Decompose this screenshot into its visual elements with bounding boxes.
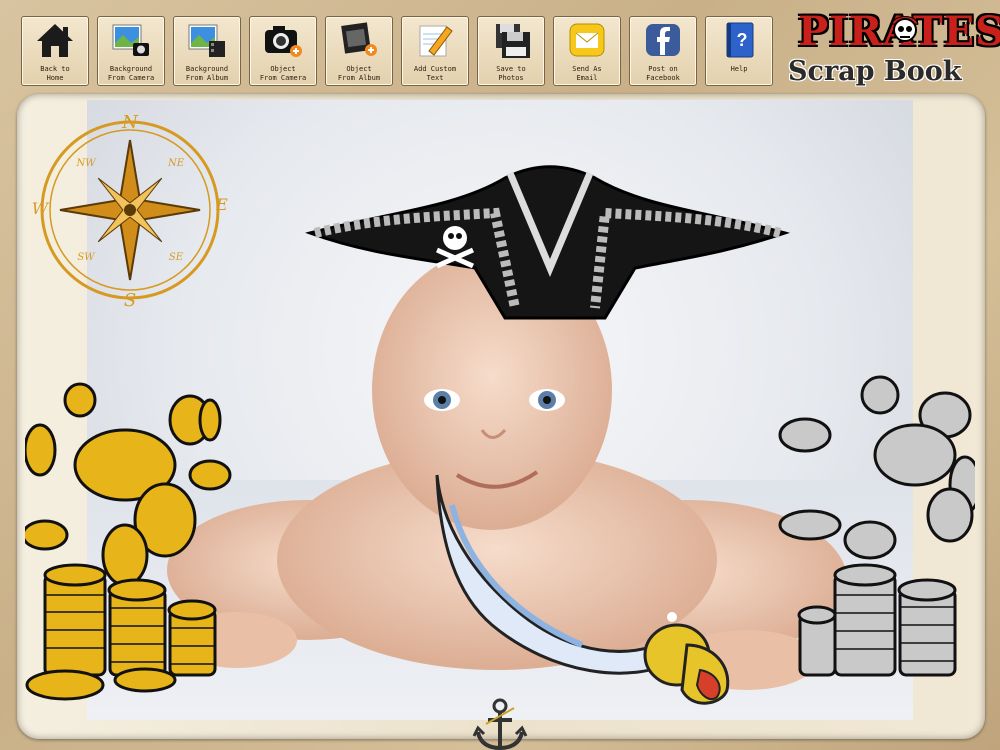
button-label: Background From Camera: [107, 65, 155, 82]
facebook-icon: [646, 24, 680, 56]
compass-nw-label: NW: [75, 158, 96, 169]
compass-east-label: E: [215, 195, 228, 214]
home-icon: [37, 24, 73, 57]
compass-sw-label: SW: [77, 252, 95, 263]
object-from-album-button[interactable]: Object From Album: [325, 16, 393, 86]
button-label: Add Custom Text: [413, 65, 457, 82]
anchor-icon[interactable]: [472, 698, 528, 750]
object-from-camera-button[interactable]: Object From Camera: [249, 16, 317, 86]
help-book-icon: ?: [726, 22, 754, 58]
save-to-photos-button[interactable]: Save to Photos: [477, 16, 545, 86]
button-label: Object From Album: [337, 65, 381, 82]
compass-north-label: N: [121, 112, 139, 133]
back-to-home-button[interactable]: Back to Home: [21, 16, 89, 86]
toolbar: Back to Home Background From Camera Back…: [0, 0, 1000, 92]
button-label: Background From Album: [185, 65, 229, 82]
cutlass-sword-sticker[interactable]: [432, 465, 737, 720]
floppy-disk-icon: [496, 24, 530, 58]
svg-text:?: ?: [737, 30, 748, 50]
logo-subtitle: Scrap Book: [788, 56, 962, 87]
send-as-email-button[interactable]: Send As Email: [553, 16, 621, 86]
photo-camera-icon: [112, 24, 149, 56]
pirate-hat-sticker[interactable]: [305, 158, 790, 328]
button-label: Save to Photos: [496, 65, 526, 82]
photo-album-icon: [188, 24, 225, 57]
envelope-icon: [569, 23, 605, 57]
button-label: Post on Facebook: [646, 65, 680, 82]
help-button[interactable]: ? Help: [705, 16, 773, 86]
notepad-pencil-icon: [419, 25, 453, 57]
post-on-facebook-button[interactable]: Post on Facebook: [629, 16, 697, 86]
compass-ne-label: NE: [167, 158, 185, 169]
add-custom-text-button[interactable]: Add Custom Text: [401, 16, 469, 86]
compass-west-label: W: [32, 199, 50, 218]
app-logo: PIRATES Scrap Book: [784, 8, 1000, 88]
silver-coins-sticker[interactable]: [775, 375, 975, 695]
button-label: Send As Email: [572, 65, 602, 82]
film-add-icon: [341, 22, 377, 56]
gold-coins-sticker[interactable]: [25, 380, 235, 710]
button-label: Object From Camera: [259, 65, 307, 82]
button-label: Help: [730, 65, 748, 73]
compass-se-label: SE: [169, 252, 184, 263]
button-label: Back to Home: [40, 65, 70, 82]
background-from-camera-button[interactable]: Background From Camera: [97, 16, 165, 86]
camera-add-icon: [265, 26, 302, 57]
compass-rose-sticker[interactable]: N S E W NE NW SE SW: [30, 110, 230, 310]
background-from-album-button[interactable]: Background From Album: [173, 16, 241, 86]
compass-south-label: S: [124, 290, 136, 310]
skull-bandana-icon: [891, 16, 919, 42]
